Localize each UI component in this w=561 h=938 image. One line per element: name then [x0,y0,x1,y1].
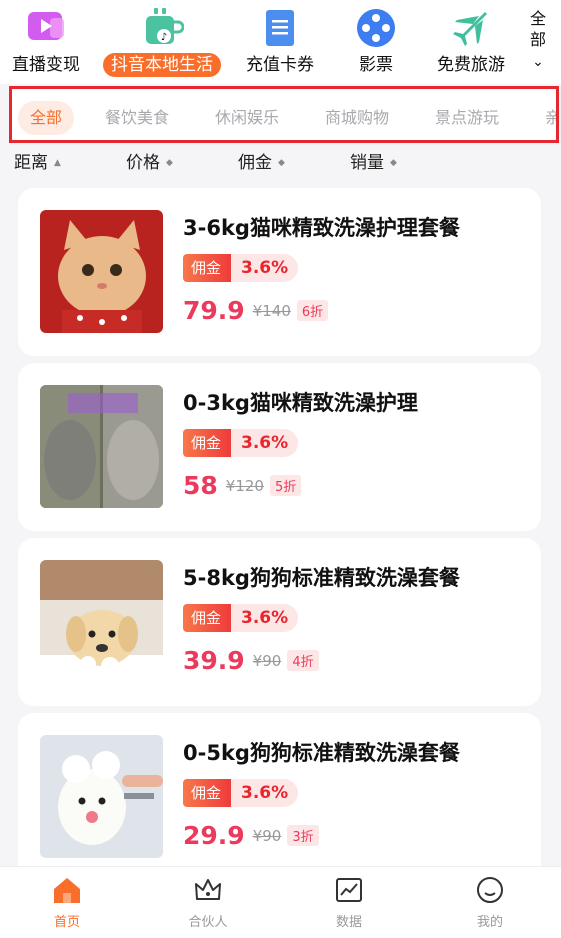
airplane-icon [449,6,493,50]
subcategory-tabs: 全部 餐饮美食 休闲娱乐 商城购物 景点游玩 亲 [9,86,559,143]
category-bar: 直播变现 ♪ 抖音本地生活 充值卡券 影票 免费旅游 全 部 ⌄ [0,0,561,84]
original-price: ¥140 [252,301,291,320]
product-image [40,560,163,683]
category-movie-ticket[interactable]: 影票 [338,0,414,84]
discount-badge: 3折 [287,825,319,846]
original-price: ¥120 [225,476,264,495]
product-name: 0-5kg狗狗标准精致洗澡套餐 [183,741,460,765]
tab-parent-child[interactable]: 亲 [545,101,556,135]
sort-price[interactable]: 价格 ◆ [126,148,173,173]
film-reel-icon [354,6,398,50]
all-toggle-label-2: 部 [529,30,546,49]
product-card[interactable]: 0-5kg狗狗标准精致洗澡套餐 佣金 3.6% 29.9 ¥90 3折 [18,713,541,881]
category-live[interactable]: 直播变现 [6,0,86,84]
sort-arrows-icon: ◆ [390,158,397,168]
product-image [40,735,163,858]
sort-distance[interactable]: 距离 ▲ [14,148,61,173]
tab-all[interactable]: 全部 [18,101,75,135]
smiley-icon [475,875,505,905]
tab-leisure[interactable]: 休闲娱乐 [215,101,279,135]
sort-arrows-icon: ▲ [54,158,61,168]
product-name: 3-6kg猫咪精致洗澡护理套餐 [183,216,460,240]
sort-bar: 距离 ▲ 价格 ◆ 佣金 ◆ 销量 ◆ [0,144,561,180]
discount-badge: 4折 [287,650,319,671]
ticket-icon [258,6,302,50]
product-name: 0-3kg猫咪精致洗澡护理 [183,391,418,415]
product-name: 5-8kg狗狗标准精致洗澡套餐 [183,566,460,590]
coffee-cup-icon: ♪ [140,6,185,50]
tab-shopping[interactable]: 商城购物 [325,101,389,135]
nav-partner[interactable]: 合伙人 [163,867,253,938]
crown-icon [193,875,223,905]
price: 29.9 [183,821,245,850]
product-card[interactable]: 5-8kg狗狗标准精致洗澡套餐 佣金 3.6% 39.9 ¥90 4折 [18,538,541,706]
discount-badge: 5折 [269,475,302,496]
product-image [40,385,163,508]
nav-data[interactable]: 数据 [304,867,394,938]
sort-arrows-icon: ◆ [278,158,285,168]
category-label-active: 抖音本地生活 [103,53,221,77]
category-recharge[interactable]: 充值卡券 [238,0,322,84]
all-categories-toggle[interactable]: 全 部 ⌄ [522,8,554,80]
price-row: 58 ¥120 5折 [183,471,302,500]
price-row: 39.9 ¥90 4折 [183,646,319,675]
sort-commission[interactable]: 佣金 ◆ [238,148,285,173]
commission-badge: 佣金 3.6% [183,254,299,282]
chart-icon [334,875,364,905]
category-douyin-local[interactable]: ♪ 抖音本地生活 [100,0,224,84]
bottom-nav: 首页 合伙人 数据 我的 [0,866,561,938]
tab-food[interactable]: 餐饮美食 [105,101,169,135]
tab-scenic[interactable]: 景点游玩 [435,101,499,135]
commission-badge: 佣金 3.6% [183,429,299,457]
price: 39.9 [183,646,245,675]
original-price: ¥90 [252,826,282,845]
product-card[interactable]: 0-3kg猫咪精致洗澡护理 佣金 3.6% 58 ¥120 5折 [18,363,541,531]
price-row: 29.9 ¥90 3折 [183,821,319,850]
product-card[interactable]: 3-6kg猫咪精致洗澡护理套餐 佣金 3.6% 79.9 ¥140 6折 [18,188,541,356]
discount-badge: 6折 [296,300,329,321]
nav-mine[interactable]: 我的 [445,867,535,938]
nav-home[interactable]: 首页 [22,867,112,938]
svg-text:♪: ♪ [161,32,167,43]
category-free-travel[interactable]: 免费旅游 [428,0,514,84]
price: 58 [183,471,218,500]
original-price: ¥90 [252,651,282,670]
sort-sales[interactable]: 销量 ◆ [350,148,397,173]
chevron-down-icon: ⌄ [532,54,544,70]
live-video-icon [24,6,68,50]
commission-badge: 佣金 3.6% [183,779,299,807]
all-toggle-label-1: 全 [529,9,546,28]
commission-badge: 佣金 3.6% [183,604,299,632]
price-row: 79.9 ¥140 6折 [183,296,329,325]
product-image [40,210,163,333]
price: 79.9 [183,296,245,325]
sort-arrows-icon: ◆ [166,158,173,168]
home-icon [52,875,82,905]
